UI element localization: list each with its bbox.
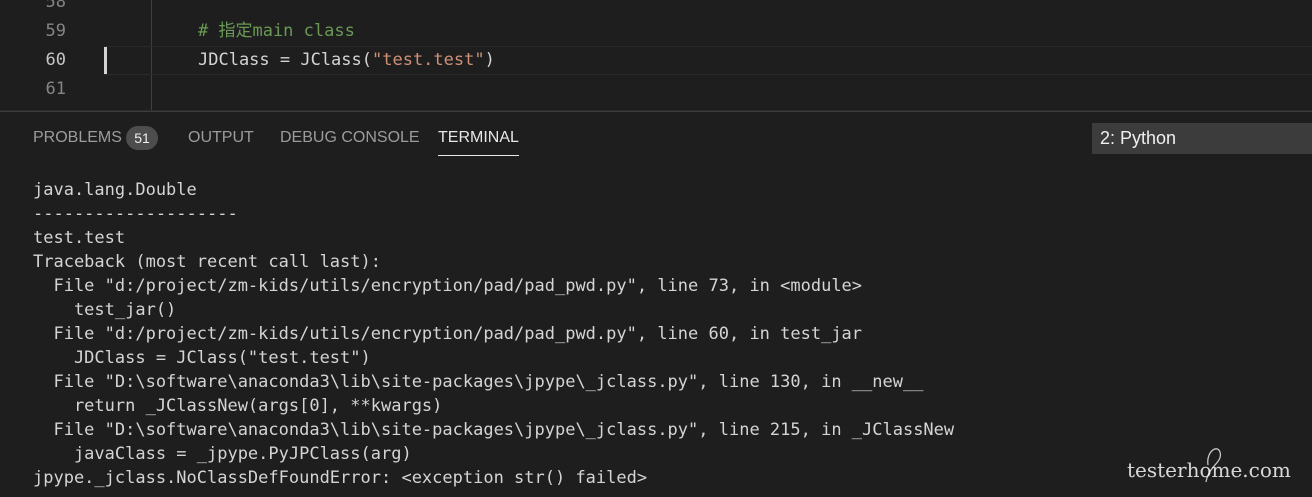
terminal-line: test_jar() xyxy=(33,300,177,320)
tab-problems[interactable]: PROBLEMS xyxy=(33,128,122,148)
terminal-line: jpype._jclass.NoClassDefFoundError: <exc… xyxy=(33,468,648,488)
panel-tabs: PROBLEMS 51 OUTPUT DEBUG CONSOLE TERMINA… xyxy=(0,112,1312,164)
line-number: 61 xyxy=(45,79,66,99)
terminal-line: -------------------- xyxy=(33,204,238,224)
line-number: 60 xyxy=(45,50,66,70)
tab-output[interactable]: OUTPUT xyxy=(188,128,254,148)
vscode-window: 58 59 # 指定main class 60 JDClass = JClass… xyxy=(0,0,1312,497)
code-editor[interactable]: 58 59 # 指定main class 60 JDClass = JClass… xyxy=(0,0,1312,111)
tab-terminal[interactable]: TERMINAL xyxy=(438,128,519,156)
terminal-line: File "D:\software\anaconda3\lib\site-pac… xyxy=(33,372,924,392)
code-comment: # 指定main class xyxy=(198,21,355,41)
editor-line-59[interactable]: 59 # 指定main class xyxy=(0,17,1312,46)
terminal-line: java.lang.Double xyxy=(33,180,197,200)
editor-line-58[interactable]: 58 xyxy=(0,0,1312,17)
terminal-line: File "d:/project/zm-kids/utils/encryptio… xyxy=(33,276,863,296)
terminal-line: test.test xyxy=(33,228,126,248)
code-prefix: JDClass = JClass( xyxy=(198,50,372,70)
current-line-marker xyxy=(104,46,107,75)
line-number: 59 xyxy=(45,21,66,41)
bottom-panel: PROBLEMS 51 OUTPUT DEBUG CONSOLE TERMINA… xyxy=(0,111,1312,497)
tab-debug-console[interactable]: DEBUG CONSOLE xyxy=(280,128,420,148)
terminal-line: javaClass = _jpype.PyJPClass(arg) xyxy=(33,444,412,464)
terminal-output[interactable]: java.lang.Double -------------------- te… xyxy=(33,178,1303,493)
terminal-line: return _JClassNew(args[0], **kwargs) xyxy=(33,396,443,416)
terminal-line: File "d:/project/zm-kids/utils/encryptio… xyxy=(33,324,863,344)
code-text: JDClass = JClass("test.test") xyxy=(198,48,495,72)
terminal-line: JDClass = JClass("test.test") xyxy=(33,348,371,368)
editor-line-60[interactable]: 60 JDClass = JClass("test.test") xyxy=(0,46,1312,75)
problems-count-badge: 51 xyxy=(126,126,158,150)
terminal-line: File "D:\software\anaconda3\lib\site-pac… xyxy=(33,420,955,440)
editor-line-61[interactable]: 61 xyxy=(0,75,1312,104)
code-suffix: ) xyxy=(484,50,495,70)
terminal-selector[interactable]: 2: Python xyxy=(1092,123,1312,154)
string-literal: "test.test" xyxy=(372,50,485,70)
line-number: 58 xyxy=(45,0,66,12)
terminal-line: Traceback (most recent call last): xyxy=(33,252,381,272)
